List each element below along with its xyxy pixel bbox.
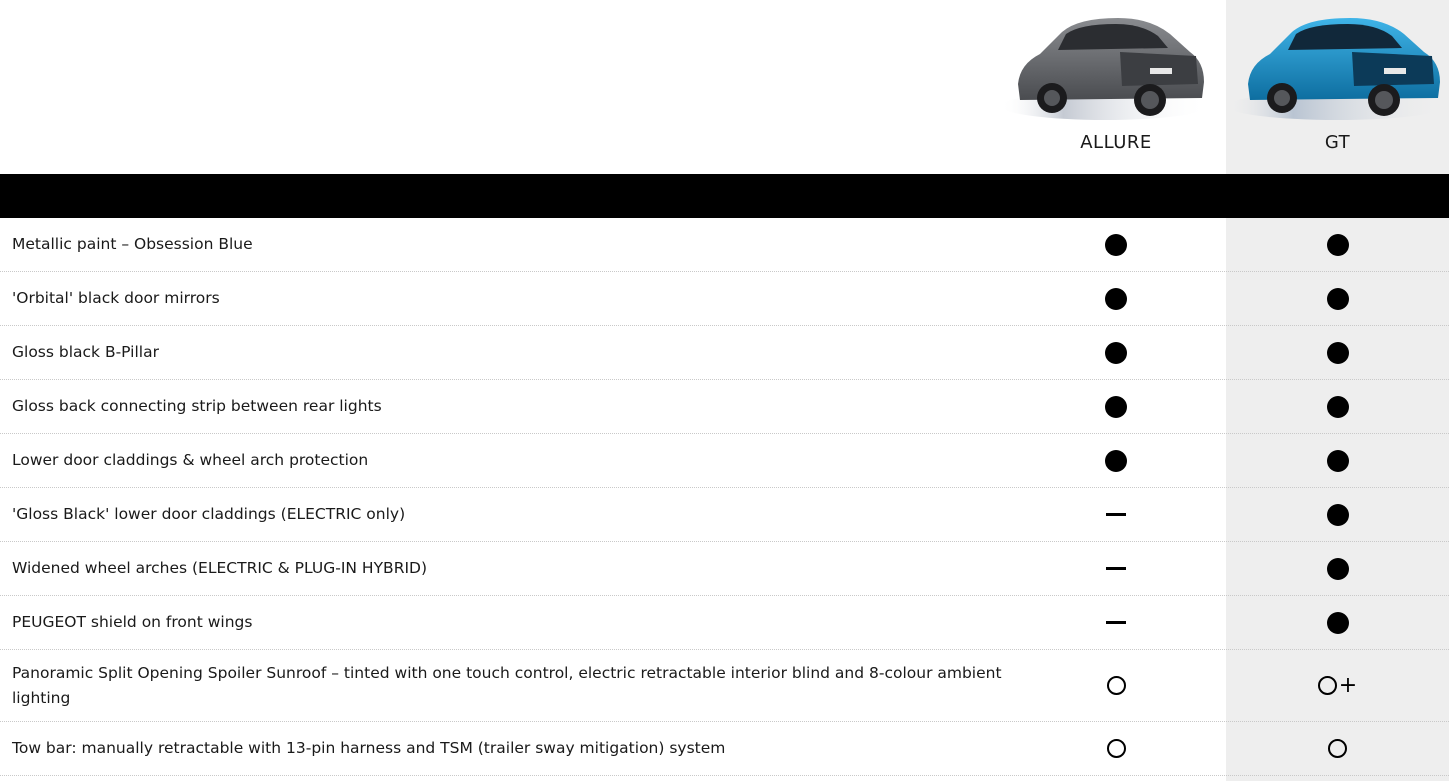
feature-table: Metallic paint – Obsession Blue 'Orbital'… <box>0 218 1449 776</box>
table-row: 'Orbital' black door mirrors <box>0 272 1449 326</box>
allure-availability-cell <box>1011 380 1221 433</box>
filled-circle-icon <box>1326 503 1349 526</box>
gt-availability-cell <box>1226 542 1449 595</box>
dash-icon <box>1106 621 1126 624</box>
trim-name-allure: ALLURE <box>1080 132 1152 153</box>
section-header-band <box>0 174 1449 218</box>
open-circle-icon <box>1106 676 1126 695</box>
feature-label: Panoramic Split Opening Spoiler Sunroof … <box>12 663 1002 707</box>
gt-availability-cell <box>1226 722 1449 775</box>
filled-circle-icon <box>1105 341 1127 364</box>
table-row: Lower door claddings & wheel arch protec… <box>0 434 1449 488</box>
table-row: Metallic paint – Obsession Blue <box>0 218 1449 272</box>
table-row: Panoramic Split Opening Spoiler Sunroof … <box>0 650 1449 722</box>
allure-availability-cell <box>1011 542 1221 595</box>
filled-circle-icon <box>1326 341 1349 364</box>
filled-circle-icon <box>1326 611 1349 634</box>
feature-label: Widened wheel arches (ELECTRIC & PLUG-IN… <box>12 559 428 577</box>
filled-circle-icon <box>1105 287 1127 310</box>
dash-icon <box>1106 513 1126 516</box>
gt-availability-cell <box>1226 596 1449 649</box>
allure-availability-cell <box>1011 434 1221 487</box>
table-row: Gloss black B-Pillar <box>0 326 1449 380</box>
filled-circle-icon <box>1326 395 1349 418</box>
dash-icon <box>1106 567 1126 570</box>
allure-car-image <box>1001 18 1209 120</box>
gt-availability-cell: + <box>1226 650 1449 721</box>
open-circle-plus-icon: + <box>1317 674 1357 697</box>
table-row: Tow bar: manually retractable with 13-pi… <box>0 722 1449 776</box>
gt-availability-cell <box>1226 218 1449 271</box>
feature-label: PEUGEOT shield on front wings <box>12 613 253 631</box>
allure-availability-cell <box>1011 650 1221 721</box>
open-circle-icon <box>1106 739 1126 758</box>
gt-availability-cell <box>1226 488 1449 541</box>
table-row: 'Gloss Black' lower door claddings (ELEC… <box>0 488 1449 542</box>
table-row: Widened wheel arches (ELECTRIC & PLUG-IN… <box>0 542 1449 596</box>
filled-circle-icon <box>1105 233 1127 256</box>
feature-label: Metallic paint – Obsession Blue <box>12 235 253 253</box>
filled-circle-icon <box>1326 287 1349 310</box>
gt-car-image <box>1227 18 1447 120</box>
feature-label: Lower door claddings & wheel arch protec… <box>12 451 369 469</box>
allure-availability-cell <box>1011 218 1221 271</box>
feature-label: Tow bar: manually retractable with 13-pi… <box>12 739 726 757</box>
feature-label: 'Orbital' black door mirrors <box>12 289 220 307</box>
feature-label: Gloss back connecting strip between rear… <box>12 397 382 415</box>
feature-label: Gloss black B-Pillar <box>12 343 159 361</box>
allure-availability-cell <box>1011 722 1221 775</box>
filled-circle-icon <box>1326 233 1349 256</box>
filled-circle-icon <box>1326 449 1349 472</box>
table-row: PEUGEOT shield on front wings <box>0 596 1449 650</box>
feature-label: 'Gloss Black' lower door claddings (ELEC… <box>12 505 406 523</box>
trim-name-gt: GT <box>1324 132 1351 153</box>
open-circle-icon <box>1328 739 1347 758</box>
gt-availability-cell <box>1226 272 1449 325</box>
allure-availability-cell <box>1011 596 1221 649</box>
gt-availability-cell <box>1226 434 1449 487</box>
gt-availability-cell <box>1226 326 1449 379</box>
allure-availability-cell <box>1011 272 1221 325</box>
table-row: Gloss back connecting strip between rear… <box>0 380 1449 434</box>
allure-availability-cell <box>1011 488 1221 541</box>
filled-circle-icon <box>1105 395 1127 418</box>
filled-circle-icon <box>1326 557 1349 580</box>
gt-availability-cell <box>1226 380 1449 433</box>
filled-circle-icon <box>1105 449 1127 472</box>
allure-availability-cell <box>1011 326 1221 379</box>
